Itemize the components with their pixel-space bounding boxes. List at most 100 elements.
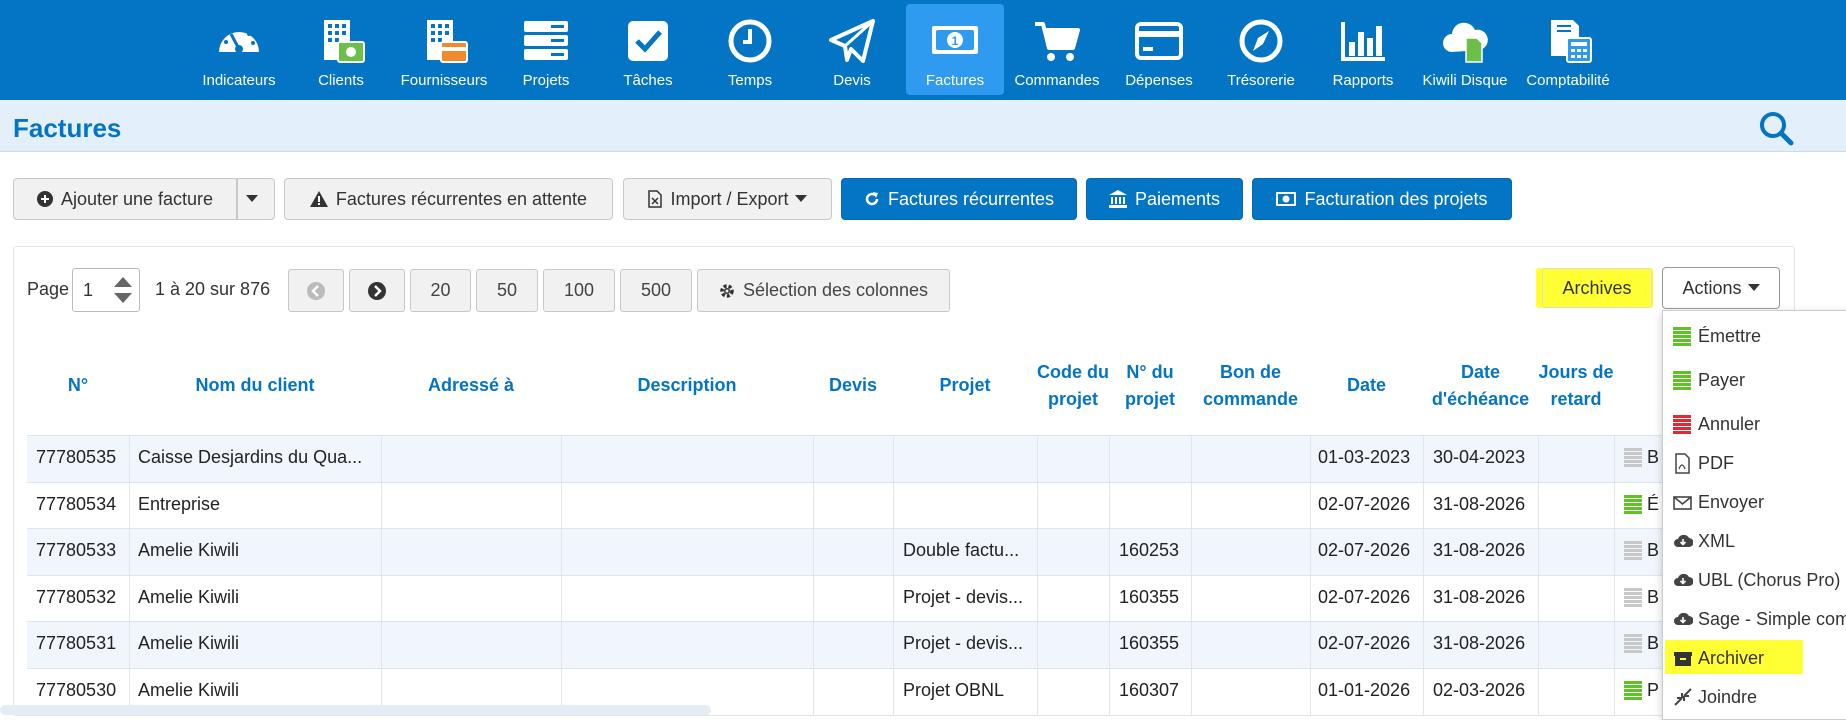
nav-item-commandes[interactable]: Commandes [1008,4,1106,95]
menu-item-label: XML [1698,531,1736,551]
clock-icon [728,19,772,63]
recurring-label: Factures récurrentes [887,188,1055,209]
page-number-value: 1 [83,280,94,300]
cell-invoice-number: 77780534 [36,494,117,514]
cell-status: B [1647,540,1660,560]
nav-item-fournisseurs[interactable]: Fournisseurs [395,4,493,95]
import-export-button[interactable]: Import / Export [623,178,832,220]
actions-menu-item[interactable]: Sage - Simple comptable [1663,601,1846,637]
search-icon[interactable] [1758,110,1794,146]
horizontal-scrollbar[interactable] [0,705,711,715]
status-bars-icon [1624,634,1642,653]
column-header-client-name[interactable]: Nom du client [129,365,381,405]
status-bars-icon [1624,448,1642,467]
column-header-date[interactable]: Date [1310,365,1423,405]
actions-menu-item[interactable]: XML [1663,523,1846,559]
archives-button[interactable]: Archives [1542,268,1652,308]
nav-item-tresorerie[interactable]: Trésorerie [1212,4,1310,95]
nav-item-clients[interactable]: Clients [292,4,390,95]
column-header-days-late[interactable]: Jours de retard [1538,345,1614,427]
cell-status: P [1647,680,1660,700]
nav-item-factures[interactable]: 1 Factures [906,4,1004,95]
cell-invoice-number: 77780532 [36,587,117,607]
column-header-addressed-to[interactable]: Adressé à [381,365,561,405]
gear-icon [720,283,734,298]
menu-item-label: Archiver [1698,648,1765,668]
pdf-file-icon [1675,453,1690,474]
column-selection-button[interactable]: Sélection des colonnes [697,269,950,312]
cell-due-date: 31-08-2026 [1433,540,1526,560]
banknote-icon: 1 [932,26,978,54]
page-size-50-button[interactable]: 50 [476,269,538,312]
actions-menu-item[interactable]: UBL (Chorus Pro) [1663,562,1846,598]
column-divider [1614,435,1615,715]
column-header-due-date[interactable]: Date d'échéance [1423,358,1538,414]
recurring-invoices-button[interactable]: Factures récurrentes [841,178,1077,220]
cell-project: Projet - devis... [903,587,1024,607]
actions-menu-item[interactable]: Émettre [1663,318,1846,354]
cell-status: B [1647,447,1660,467]
nav-item-taches[interactable]: Tâches [599,4,697,95]
column-header-project-number[interactable]: N° du projet [1109,358,1191,414]
add-invoice-button[interactable]: Ajouter une facture [13,178,237,220]
actions-menu-item[interactable]: Joindre [1663,679,1846,715]
column-divider [561,435,562,715]
cell-project: Projet OBNL [903,680,1005,700]
nav-item-devis[interactable]: Devis [803,4,901,95]
banknote-icon [1276,192,1297,206]
cell-date: 01-03-2023 [1318,447,1411,467]
page-label: Page [27,279,70,299]
actions-menu-item[interactable]: Envoyer [1663,484,1846,520]
page-size-label: 50 [496,280,518,300]
cell-date: 02-07-2026 [1318,540,1411,560]
cell-due-date: 31-08-2026 [1433,633,1526,653]
actions-menu-item[interactable]: Annuler [1663,406,1846,442]
cell-status: É [1647,494,1660,514]
status-bars-icon [1624,588,1642,607]
nav-item-indicateurs[interactable]: Indicateurs [190,4,288,95]
column-header-quote[interactable]: Devis [813,365,893,405]
add-invoice-dropdown-toggle[interactable] [237,178,275,220]
archive-box-icon [1674,652,1692,666]
nav-item-projets[interactable]: Projets [497,4,595,95]
caret-down-icon [794,195,807,202]
payments-button[interactable]: Paiements [1086,178,1243,220]
cloud-download-icon [1674,612,1693,625]
menu-item-label: Payer [1698,370,1746,390]
project-billing-button[interactable]: Facturation des projets [1252,178,1512,220]
column-header-project[interactable]: Projet [893,365,1037,405]
page-size-500-button[interactable]: 500 [620,269,692,312]
page-size-20-button[interactable]: 20 [410,269,471,312]
nav-item-comptabilite[interactable]: Comptabilité [1519,4,1617,95]
nav-item-rapports[interactable]: Rapports [1314,4,1412,95]
actions-menu-item[interactable]: PDF [1663,445,1846,481]
cell-client-name: Caisse Desjardins du Qua... [138,447,363,467]
nav-label: Rapports [1332,72,1394,89]
column-header-number[interactable]: N° [27,365,129,405]
cell-project: Double factu... [903,540,1020,560]
column-header-description[interactable]: Description [561,365,813,405]
page-size-100-button[interactable]: 100 [543,269,615,312]
cell-date: 02-07-2026 [1318,494,1411,514]
nav-item-temps[interactable]: Temps [701,4,799,95]
stepper-arrows-icon[interactable] [113,275,133,305]
next-page-button[interactable] [349,269,405,312]
column-header-project-code[interactable]: Code du projet [1037,345,1109,427]
project-billing-label: Facturation des projets [1304,188,1488,209]
cell-project: Projet - devis... [903,633,1024,653]
previous-page-button[interactable] [288,269,344,312]
pending-recurring-invoices-button[interactable]: Factures récurrentes en attente [284,178,613,220]
actions-button[interactable]: Actions [1662,267,1780,309]
nav-item-depenses[interactable]: Dépenses [1110,4,1208,95]
arrow-left-circle-icon [307,281,325,300]
payments-label: Paiements [1134,188,1221,209]
actions-menu-item[interactable]: Archiver [1663,640,1846,676]
page-size-label: 20 [430,280,451,300]
page-number-input[interactable]: 1 [72,268,140,312]
nav-item-kiwili-disque[interactable]: Kiwili Disque [1416,4,1514,95]
cell-status: B [1647,633,1660,653]
actions-menu-item[interactable]: Payer [1663,362,1846,398]
refresh-icon [865,192,879,206]
warning-icon [309,191,328,207]
column-header-purchase-order[interactable]: Bon de commande [1191,358,1310,414]
